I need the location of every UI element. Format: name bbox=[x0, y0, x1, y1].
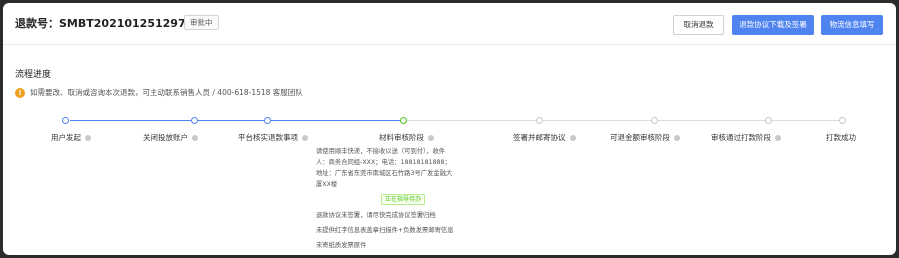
step-dot bbox=[536, 117, 543, 124]
cancel-refund-button[interactable]: 取消退款 bbox=[673, 15, 724, 35]
step-dot bbox=[264, 117, 271, 124]
step-dot bbox=[765, 117, 772, 124]
step-label: 关闭投放账户 bbox=[143, 132, 198, 143]
help-icon[interactable] bbox=[674, 134, 680, 141]
step-connector bbox=[195, 120, 268, 121]
step-label: 可退金额审核阶段 bbox=[610, 132, 680, 143]
step-connector bbox=[403, 120, 843, 121]
help-icon[interactable] bbox=[192, 134, 198, 141]
refund-number-title: 退款号：SMBT202101251297234 bbox=[15, 17, 209, 30]
header-bar: 退款号：SMBT202101251297234 审批中 取消退款 退款协议下载及… bbox=[3, 3, 896, 45]
step-label: 材料审核阶段 bbox=[379, 132, 434, 143]
step-label: 平台核实退款事项 bbox=[238, 132, 308, 143]
detail-line: 厦XX楼 bbox=[316, 181, 338, 188]
status-tag: 正在指导待办 bbox=[381, 194, 426, 205]
detail-line: 地址：广东省东莞市南城区石竹路3号广发金融大 bbox=[316, 170, 453, 177]
step-dot bbox=[191, 117, 198, 124]
todo-item: 退款协议未签署，请尽快完成协议签署归档 bbox=[316, 212, 436, 219]
help-icon[interactable] bbox=[85, 134, 91, 141]
step-label: 审核通过打款阶段 bbox=[711, 132, 781, 143]
notice-text: 如需要改、取消或咨询本次退款，可主动联系销售人员 / 400-618-1518 … bbox=[30, 88, 303, 97]
step-detail: 请使用顺丰快递，不接收以送（可到付），收件 人：商务合同组-XXX；电话：188… bbox=[316, 146, 476, 190]
help-icon[interactable] bbox=[428, 134, 434, 141]
detail-line: 人：商务合同组-XXX；电话：18818181888； bbox=[316, 159, 451, 166]
step-dot bbox=[839, 117, 846, 124]
step-label: 签署并邮寄协议 bbox=[513, 132, 576, 143]
download-agreement-button[interactable]: 退款协议下载及签署 bbox=[732, 15, 814, 35]
step-dot bbox=[400, 117, 407, 124]
refund-detail-panel: 退款号：SMBT202101251297234 审批中 取消退款 退款协议下载及… bbox=[3, 3, 896, 255]
warning-icon: ! bbox=[15, 88, 25, 98]
help-icon[interactable] bbox=[302, 134, 308, 141]
step-dot bbox=[651, 117, 658, 124]
progress-steps: 用户发起 关闭投放账户 平台核实退款事项 材料审核阶段 签署并邮寄协议 可退金额… bbox=[3, 113, 896, 255]
section-title: 流程进度 bbox=[15, 70, 52, 80]
detail-line: 请使用顺丰快递，不接收以送（可到付），收件 bbox=[316, 148, 446, 155]
help-icon[interactable] bbox=[569, 134, 576, 141]
todo-item: 未寄纸质发票原件 bbox=[316, 242, 367, 249]
status-badge: 审批中 bbox=[184, 15, 219, 30]
step-dot bbox=[62, 117, 69, 124]
step-label: 用户发起 bbox=[51, 132, 91, 143]
todo-item: 未提供红字信息表盖章扫描件+负数发票邮寄信息 bbox=[316, 227, 454, 234]
step-connector bbox=[70, 120, 195, 121]
step-label: 打款成功 bbox=[826, 133, 856, 142]
step-connector bbox=[268, 120, 403, 121]
logistics-info-button[interactable]: 物流信息填写 bbox=[821, 15, 883, 35]
help-icon[interactable] bbox=[775, 134, 781, 141]
